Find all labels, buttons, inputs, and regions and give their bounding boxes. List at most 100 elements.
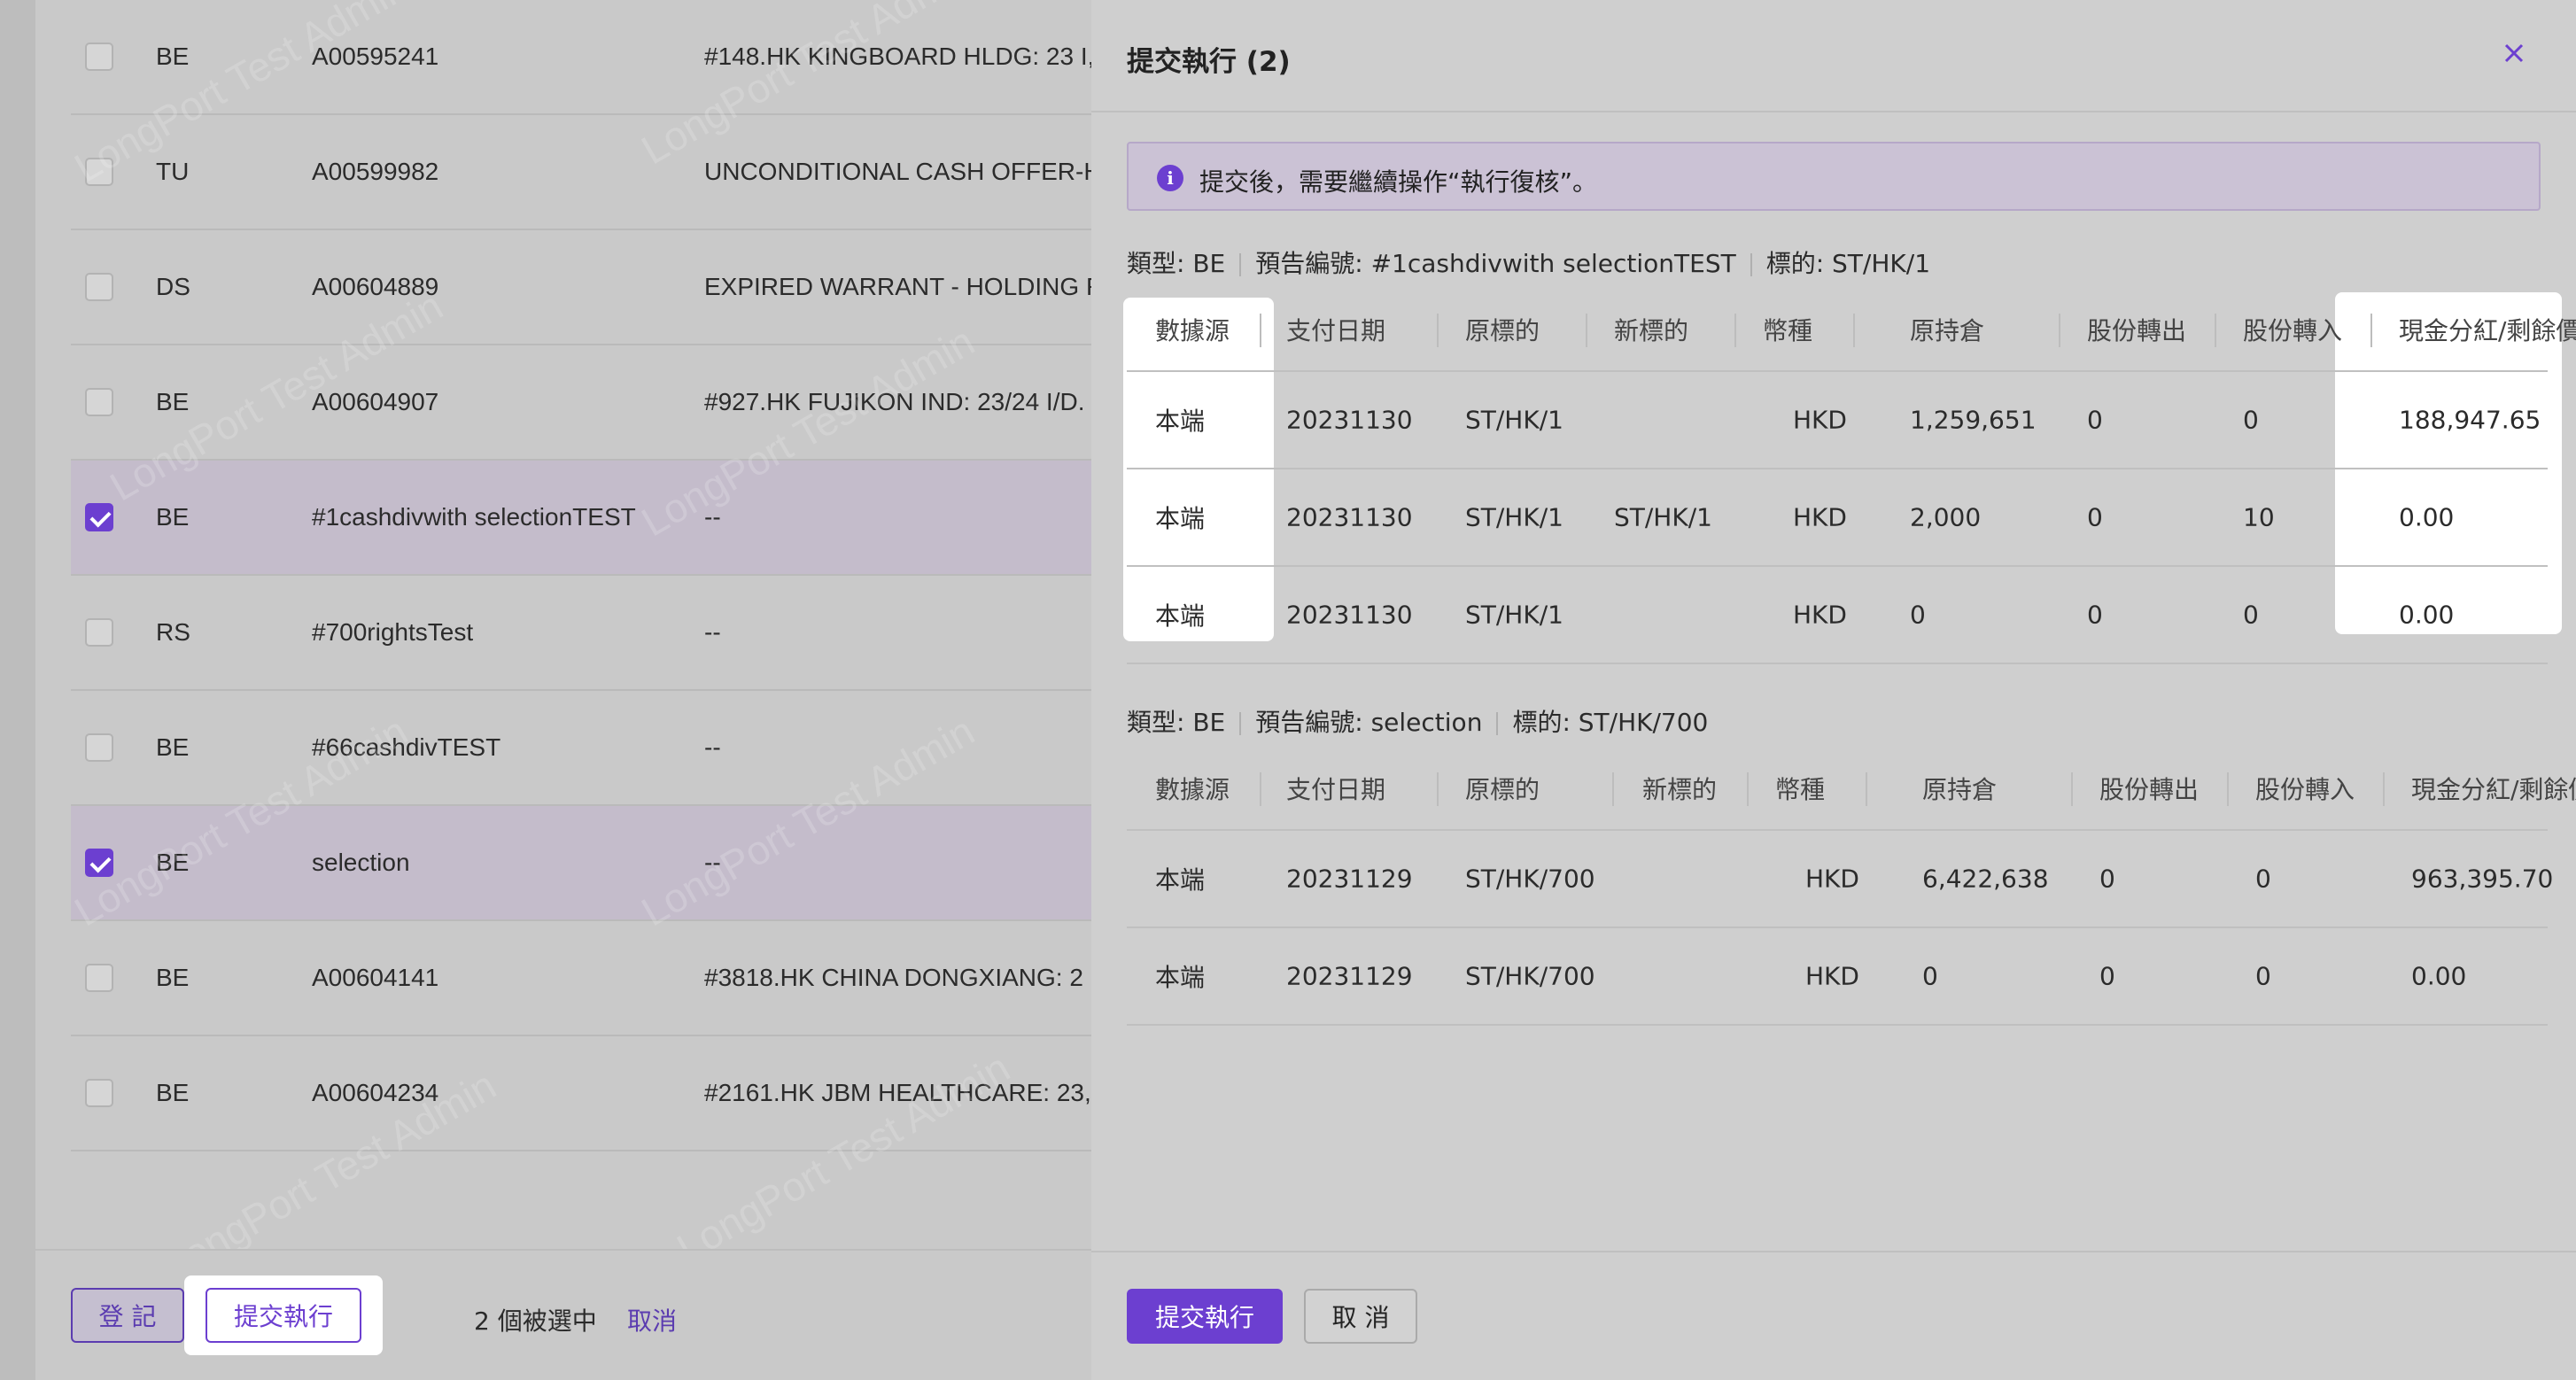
row-id: A00604889: [312, 273, 439, 300]
row-desc: --: [704, 849, 721, 876]
cell-orig-position: 0: [1922, 961, 1938, 991]
group-meta: 類型: BE 預告編號: selection 標的: ST/HK/700: [1127, 703, 1708, 739]
cell-source: 本端: [1155, 963, 1206, 992]
drawer-header: 提交執行 (2): [1091, 0, 2576, 112]
table-header: 數據源 支付日期 原標的 新標的 幣種 原持倉 股份轉出 股份轉入 現金分紅/剩…: [1127, 289, 2576, 372]
table-row: 本端 20231130 ST/HK/1 HKD 1,259,651 0 0 18…: [1127, 372, 2548, 469]
group-notice-id: 預告編號: selection: [1255, 708, 1483, 737]
table-row[interactable]: RS #700rightsTest --: [71, 576, 1098, 691]
group-meta: 類型: BE 預告編號: #1cashdivwith selectionTEST 標…: [1127, 244, 1930, 280]
row-checkbox[interactable]: [85, 158, 113, 186]
cell-shares-out: 0: [2099, 864, 2115, 894]
cell-shares-out: 0: [2087, 600, 2103, 630]
cell-orig-target: ST/HK/700: [1465, 961, 1595, 991]
cell-orig-target: ST/HK/1: [1465, 600, 1563, 630]
row-checkbox[interactable]: [85, 273, 113, 301]
header-cell: 股份轉出: [2087, 316, 2187, 345]
row-checkbox[interactable]: [85, 43, 113, 71]
cell-cash: 188,947.65: [2399, 405, 2541, 435]
header-cell: 數據源: [1155, 316, 1230, 345]
cell-orig-target: ST/HK/1: [1465, 502, 1563, 532]
table-row[interactable]: BE selection --: [71, 806, 1098, 921]
row-desc: #927.HK FUJIKON IND: 23/24 I/D.: [704, 388, 1085, 415]
left-nav-strip: [0, 0, 35, 1380]
cell-pay-date: 20231130: [1286, 405, 1413, 435]
table-row[interactable]: BE A00604141 #3818.HK CHINA DONGXIANG: 2: [71, 921, 1098, 1036]
cell-pay-date: 20231129: [1286, 864, 1413, 894]
table-row[interactable]: DS A00604889 EXPIRED WARRANT - HOLDING R: [71, 230, 1098, 345]
row-type: BE: [156, 388, 190, 415]
table-row: 本端 20231129 ST/HK/700 HKD 6,422,638 0 0 …: [1127, 831, 2553, 928]
row-checkbox[interactable]: [85, 388, 113, 416]
row-checkbox[interactable]: [85, 618, 113, 647]
cell-shares-in: 0: [2243, 405, 2259, 435]
cell-shares-in: 0: [2255, 961, 2271, 991]
header-cell: 股份轉入: [2255, 775, 2355, 804]
cell-source: 本端: [1155, 407, 1206, 436]
cell-currency: HKD: [1793, 600, 1847, 630]
row-type: BE: [156, 1079, 190, 1106]
row-checkbox-checked[interactable]: [85, 849, 113, 877]
header-cell: 支付日期: [1286, 775, 1386, 804]
row-id: #1cashdivwith selectionTEST: [312, 503, 636, 531]
row-desc: #2161.HK JBM HEALTHCARE: 23,: [704, 1079, 1091, 1106]
cell-shares-out: 0: [2099, 961, 2115, 991]
drawer-cancel-button[interactable]: 取 消: [1304, 1289, 1417, 1344]
cell-orig-position: 6,422,638: [1922, 864, 2049, 894]
cell-cash: 0.00: [2399, 600, 2455, 630]
row-checkbox[interactable]: [85, 733, 113, 762]
register-button[interactable]: 登 記: [71, 1288, 184, 1343]
table-row[interactable]: TU A00599982 UNCONDITIONAL CASH OFFER-H: [71, 115, 1098, 230]
info-icon: i: [1157, 165, 1183, 191]
group-type: 類型: BE: [1127, 708, 1226, 737]
table-row: 本端 20231129 ST/HK/700 HKD 0 0 0 0.00: [1127, 928, 2548, 1026]
row-id: A00604141: [312, 964, 439, 991]
row-desc: --: [704, 618, 721, 646]
row-desc: #3818.HK CHINA DONGXIANG: 2: [704, 964, 1083, 991]
row-type: BE: [156, 733, 190, 761]
row-type: BE: [156, 43, 190, 70]
submit-execution-button[interactable]: 提交執行: [206, 1288, 361, 1343]
header-cell: 幣種: [1763, 316, 1813, 345]
cell-pay-date: 20231130: [1286, 502, 1413, 532]
table-row[interactable]: BE #66cashdivTEST --: [71, 691, 1098, 806]
group-target: 標的: ST/HK/700: [1512, 708, 1709, 737]
row-id: A00604907: [312, 388, 439, 415]
table-row[interactable]: BE #1cashdivwith selectionTEST --: [71, 461, 1098, 576]
cell-orig-target: ST/HK/700: [1465, 864, 1595, 894]
cell-shares-in: 0: [2243, 600, 2259, 630]
cell-orig-position: 0: [1910, 600, 1926, 630]
row-checkbox[interactable]: [85, 964, 113, 992]
cell-shares-in: 0: [2255, 864, 2271, 894]
row-checkbox[interactable]: [85, 1079, 113, 1107]
table-row[interactable]: BE A00604907 #927.HK FUJIKON IND: 23/24 …: [71, 345, 1098, 461]
submit-execution-drawer: 提交執行 (2) i 提交後，需要繼續操作“執行復核”。 類型: BE 預告編號:…: [1091, 0, 2576, 1380]
row-id: #700rightsTest: [312, 618, 474, 646]
cell-currency: HKD: [1805, 961, 1859, 991]
header-cell: 幣種: [1775, 775, 1826, 804]
header-cell: 原持倉: [1922, 775, 1998, 804]
table-header: 數據源 支付日期 原標的 新標的 幣種 原持倉 股份轉出 股份轉入 現金分紅/剩…: [1127, 748, 2576, 831]
header-cell: 新標的: [1642, 775, 1718, 804]
cell-source: 本端: [1155, 601, 1206, 631]
cell-orig-position: 1,259,651: [1910, 405, 2037, 435]
header-cell: 支付日期: [1286, 316, 1386, 345]
cell-currency: HKD: [1805, 864, 1859, 894]
cell-pay-date: 20231129: [1286, 961, 1413, 991]
cancel-selection-link[interactable]: 取消: [627, 1302, 677, 1337]
row-type: DS: [156, 273, 190, 300]
row-desc: --: [704, 733, 721, 761]
cell-cash: 0.00: [2399, 502, 2455, 532]
close-icon[interactable]: [2498, 37, 2530, 69]
row-type: BE: [156, 964, 190, 991]
table-row[interactable]: BE A00604234 #2161.HK JBM HEALTHCARE: 23…: [71, 1036, 1098, 1151]
cell-orig-position: 2,000: [1910, 502, 1982, 532]
cell-shares-out: 0: [2087, 502, 2103, 532]
group-notice-id: 預告編號: #1cashdivwith selectionTEST: [1255, 249, 1736, 278]
row-desc: UNCONDITIONAL CASH OFFER-H: [704, 158, 1098, 185]
row-checkbox-checked[interactable]: [85, 503, 113, 531]
drawer-submit-button[interactable]: 提交執行: [1127, 1289, 1283, 1344]
group-target: 標的: ST/HK/1: [1765, 249, 1931, 278]
selected-count: 2 個被選中: [474, 1306, 597, 1336]
table-row[interactable]: BE A00595241 #148.HK KINGBOARD HLDG: 23 …: [71, 0, 1098, 115]
